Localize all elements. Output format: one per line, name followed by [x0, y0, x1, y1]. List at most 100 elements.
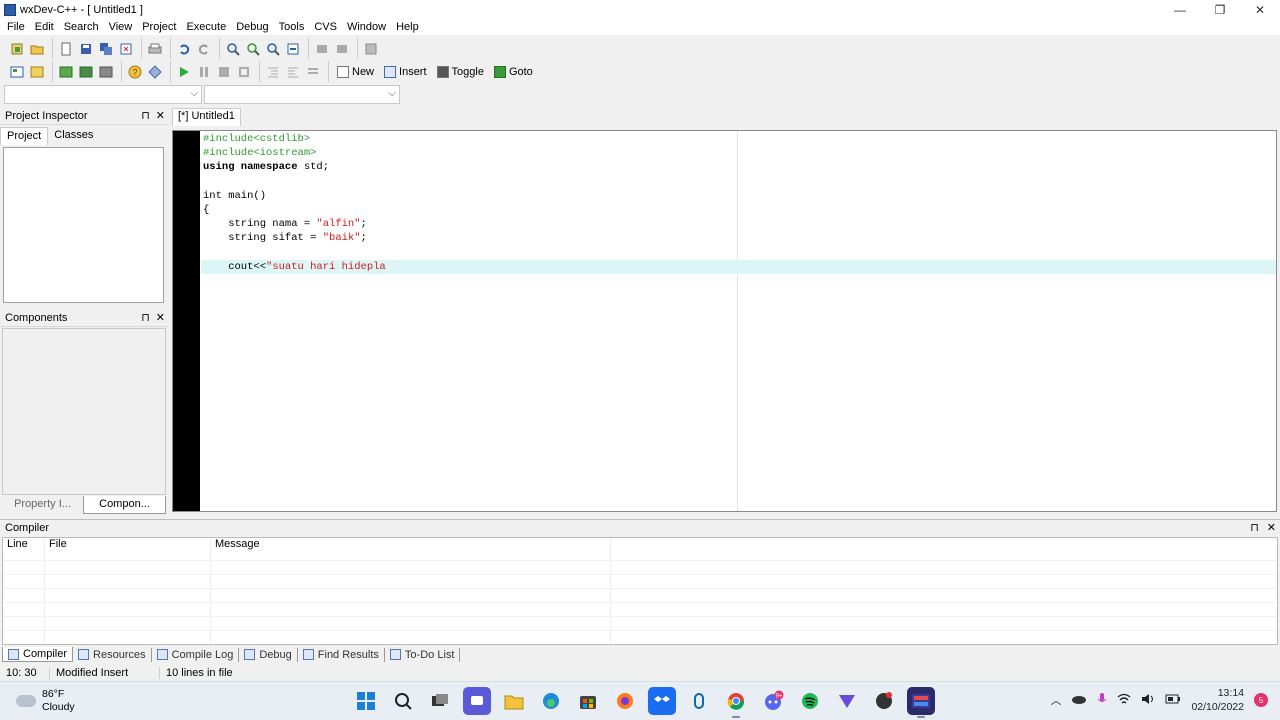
menu-window[interactable]: Window [342, 21, 391, 33]
discord-icon[interactable]: 9+ [759, 687, 787, 715]
class-combo[interactable]: ⌵ [4, 85, 202, 104]
rebuild-icon[interactable] [77, 63, 95, 81]
minimize-button[interactable]: — [1160, 0, 1200, 19]
menu-cvs[interactable]: CVS [309, 21, 342, 33]
menu-help[interactable]: Help [391, 21, 424, 33]
edge-browser-icon[interactable] [537, 687, 565, 715]
firefox-icon[interactable] [611, 687, 639, 715]
spotify-icon[interactable] [796, 687, 824, 715]
tab-todo-list[interactable]: To-Do List [385, 647, 461, 662]
close-icon[interactable]: ✕ [156, 311, 165, 324]
tab-resources[interactable]: Resources [73, 647, 152, 662]
chrome-icon[interactable] [722, 687, 750, 718]
store-icon[interactable] [574, 687, 602, 715]
run-icon[interactable] [28, 63, 46, 81]
notification-badge[interactable]: 5 [1254, 693, 1268, 707]
save-all-icon[interactable] [97, 40, 115, 58]
code-line[interactable] [203, 175, 1276, 189]
code-line[interactable]: #include<cstdlib> [203, 132, 1276, 146]
goto-line-icon[interactable] [284, 40, 302, 58]
teams-chat-icon[interactable] [463, 687, 491, 715]
close-window-button[interactable]: ✕ [1240, 0, 1280, 19]
code-line[interactable]: using namespace std; [203, 160, 1276, 174]
find-next-icon[interactable] [244, 40, 262, 58]
tab-classes[interactable]: Classes [48, 127, 99, 145]
insert-button[interactable]: Insert [379, 63, 432, 81]
replace-icon[interactable] [264, 40, 282, 58]
redo-icon[interactable] [195, 40, 213, 58]
about-icon[interactable] [146, 63, 164, 81]
toggle-button[interactable]: Toggle [432, 63, 489, 81]
indent-icon[interactable] [264, 63, 282, 81]
save-icon[interactable] [77, 40, 95, 58]
menu-tools[interactable]: Tools [274, 21, 310, 33]
member-combo[interactable]: ⌵ [204, 85, 400, 104]
column-file[interactable]: File [45, 538, 211, 560]
code-editor[interactable]: #include<cstdlib> #include<iostream> using… [172, 130, 1277, 512]
clock[interactable]: 13:14 02/10/2022 [1191, 686, 1244, 714]
menu-project[interactable]: Project [137, 21, 181, 33]
code-line[interactable]: string sifat = "baik"; [203, 231, 1276, 245]
wifi-icon[interactable] [1117, 693, 1131, 708]
tab-find-results[interactable]: Find Results [298, 647, 385, 662]
help-icon[interactable]: ? [126, 63, 144, 81]
close-file-icon[interactable] [117, 40, 135, 58]
menu-edit[interactable]: Edit [30, 21, 59, 33]
tab-untitled1[interactable]: [*] Untitled1 [172, 108, 241, 126]
pin-icon[interactable]: ⊓ [1250, 521, 1259, 534]
volume-icon[interactable] [1141, 693, 1155, 708]
code-area[interactable]: #include<cstdlib> #include<iostream> using… [201, 132, 1276, 274]
vpn-icon[interactable] [833, 687, 861, 715]
clean-icon[interactable] [97, 63, 115, 81]
pause-icon[interactable] [195, 63, 213, 81]
menu-file[interactable]: File [2, 21, 30, 33]
code-line[interactable]: string nama = "alfin"; [203, 217, 1276, 231]
add-to-project-icon[interactable] [313, 40, 331, 58]
onedrive-icon[interactable] [1071, 694, 1087, 707]
devcpp-icon[interactable] [907, 687, 935, 718]
remove-from-project-icon[interactable] [333, 40, 351, 58]
menu-search[interactable]: Search [59, 21, 104, 33]
undo-icon[interactable] [175, 40, 193, 58]
menu-execute[interactable]: Execute [181, 21, 231, 33]
unindent-icon[interactable] [284, 63, 302, 81]
tab-components[interactable]: Compon... [83, 496, 166, 514]
menu-view[interactable]: View [104, 21, 138, 33]
debug-run-icon[interactable] [175, 63, 193, 81]
stop-icon[interactable] [215, 63, 233, 81]
close-icon[interactable]: ✕ [156, 109, 165, 122]
battery-icon[interactable] [1165, 693, 1181, 708]
line-gutter[interactable] [173, 131, 200, 511]
compiler-messages-table[interactable]: Line File Message [2, 537, 1278, 645]
stop-debug-icon[interactable] [235, 63, 253, 81]
pin-icon[interactable]: ⊓ [141, 311, 150, 324]
components-palette[interactable] [2, 328, 166, 495]
compile-run-icon[interactable] [57, 63, 75, 81]
code-line[interactable]: { [203, 203, 1276, 217]
print-icon[interactable] [146, 40, 164, 58]
project-options-icon[interactable] [362, 40, 380, 58]
close-icon[interactable]: ✕ [1267, 521, 1276, 534]
code-line[interactable]: #include<iostream> [203, 146, 1276, 160]
start-icon[interactable] [352, 687, 380, 715]
tab-property-inspector[interactable]: Property I... [2, 496, 83, 514]
menu-debug[interactable]: Debug [231, 21, 273, 33]
tab-debug[interactable]: Debug [239, 647, 298, 662]
column-line[interactable]: Line [3, 538, 45, 560]
code-line[interactable] [203, 246, 1276, 260]
toggle-comment-icon[interactable] [304, 63, 322, 81]
project-tree[interactable] [3, 147, 164, 303]
new-file-icon[interactable] [57, 40, 75, 58]
goto-button[interactable]: Goto [489, 63, 538, 81]
new-project-icon[interactable] [8, 40, 26, 58]
github-icon[interactable] [870, 687, 898, 715]
restore-button[interactable]: ❐ [1200, 0, 1240, 19]
microphone-icon[interactable] [1097, 692, 1107, 709]
column-message[interactable]: Message [211, 538, 611, 560]
tab-compiler[interactable]: Compiler [2, 647, 74, 662]
code-line[interactable]: cout<<"suatu hari hidepla [201, 259, 1276, 274]
open-folder-icon[interactable] [28, 40, 46, 58]
dropbox-icon[interactable] [648, 687, 676, 715]
mouse-app-icon[interactable] [685, 687, 713, 715]
tab-compile-log[interactable]: Compile Log [152, 647, 240, 662]
